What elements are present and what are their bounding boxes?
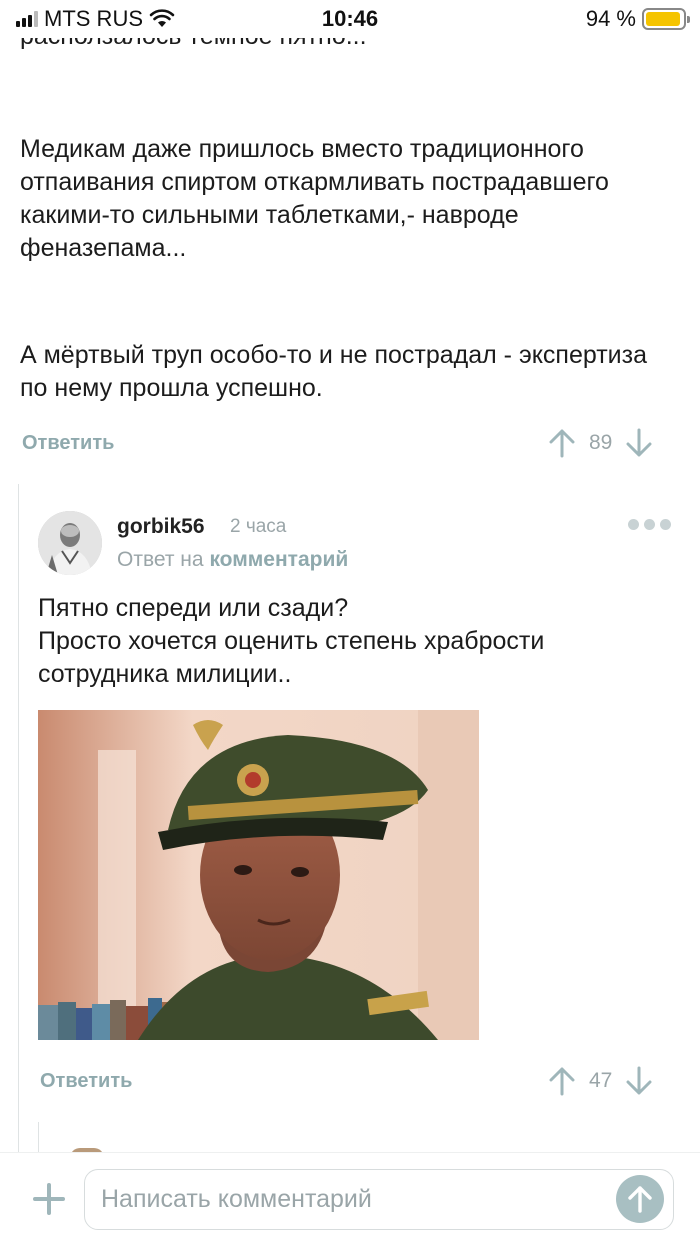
arrow-up-icon[interactable] [549,428,575,458]
post-actions: Ответить [22,423,114,463]
comment-line: Пятно спереди или сзади? [38,594,349,622]
send-button[interactable] [616,1175,664,1223]
battery-percent: 94 % [585,6,636,31]
carrier-name: MTS RUS [44,6,143,31]
comment-time: 2 часа [230,516,287,537]
comment-actions: Ответить [40,1061,132,1101]
comment-text: Пятно спереди или сзади? Просто хочется … [38,592,678,691]
battery-icon [642,8,690,30]
post-paragraph: Медикам даже пришлось вместо традиционно… [20,135,609,262]
comment-author[interactable]: gorbik56 [117,515,205,539]
more-dots-icon[interactable] [628,519,671,530]
post-paragraph: А мёртвый труп особо-то и не пострадал -… [20,341,648,402]
rating-count: 89 [589,431,613,454]
officer-photo [38,710,479,1040]
arrow-down-icon[interactable] [626,1066,652,1096]
signal-icon [16,11,38,27]
avatar-image [38,511,102,575]
comment-line: Просто хочется оценить степень храбрости… [38,627,545,688]
comment-composer [0,1152,700,1245]
comment-image[interactable] [38,710,479,1040]
wifi-icon [149,9,175,27]
thread-line [38,1122,39,1152]
rating-count: 47 [589,1069,613,1092]
thread-line [18,484,19,1152]
arrow-up-icon[interactable] [549,1066,575,1096]
status-bar: MTS RUS 10:46 94 % [0,0,700,38]
reply-to-link[interactable]: комментарий [209,548,348,571]
avatar[interactable] [38,511,102,575]
comment-input[interactable] [84,1169,674,1230]
send-arrow-icon [628,1186,652,1213]
reply-button[interactable]: Ответить [22,432,114,455]
reply-to-prefix: Ответ на [117,548,204,571]
reply-to-line: Ответ на комментарий [117,548,348,572]
reply-button[interactable]: Ответить [40,1070,132,1093]
post-vote: 89 [549,428,652,458]
arrow-down-icon[interactable] [626,428,652,458]
plus-icon[interactable] [33,1183,65,1215]
comment-vote: 47 [549,1066,652,1096]
